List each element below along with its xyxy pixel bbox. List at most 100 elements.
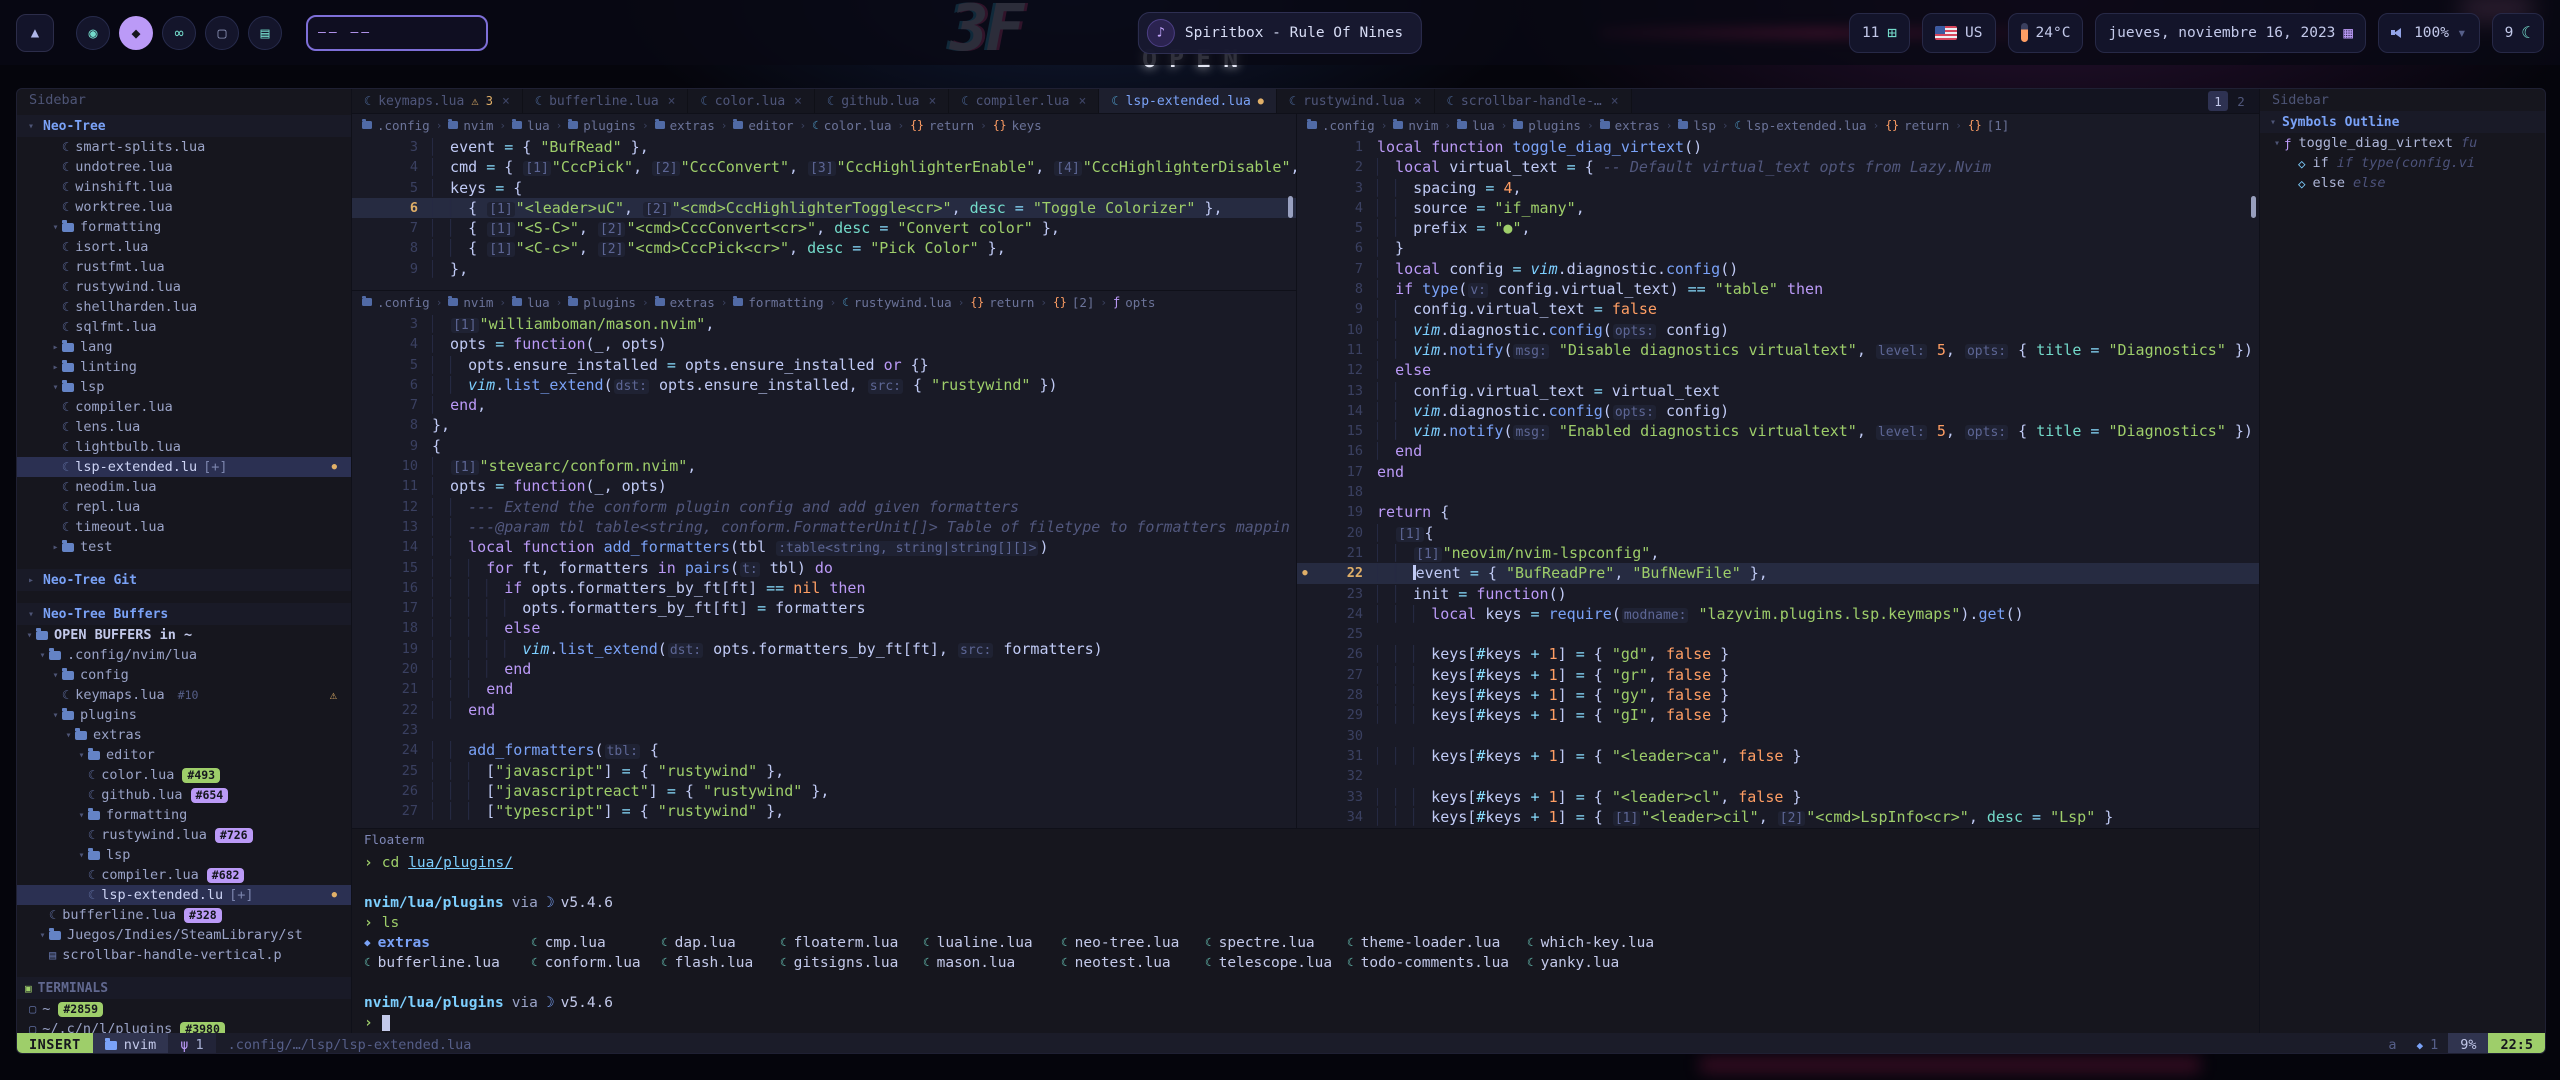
code-line[interactable]: 21▏ ▏ [1]"neovim/nvim-lspconfig", xyxy=(1297,543,2259,563)
tree-item[interactable]: ☾worktree.lua xyxy=(17,197,351,217)
tree-item[interactable]: ☾repl.lua xyxy=(17,497,351,517)
code-line[interactable]: 23 xyxy=(352,720,1296,740)
breadcrumb-segment[interactable]: nvim xyxy=(1393,118,1438,133)
keyboard-layout-pill[interactable]: US xyxy=(1922,13,1995,53)
breadcrumb-segment[interactable]: {}[2] xyxy=(1053,295,1094,310)
code-line[interactable]: 23▏ ▏ init = function() xyxy=(1297,584,2259,604)
section-header-neo-tree-git[interactable]: ▸Neo-Tree Git xyxy=(17,569,351,591)
app-circle-4[interactable]: ▢ xyxy=(205,16,239,50)
code-line[interactable]: 20▏ ▏ ▏ ▏ end xyxy=(352,659,1296,679)
tree-item[interactable]: ▾lsp xyxy=(17,845,351,865)
code-line[interactable]: 11▏ ▏ vim.notify(msg: "Disable diagnosti… xyxy=(1297,340,2259,360)
tree-item[interactable]: ▸lang xyxy=(17,337,351,357)
code-line[interactable]: 17▏ ▏ ▏ ▏ ▏ opts.formatters_by_ft[ft] = … xyxy=(352,598,1296,618)
code-line[interactable]: 19return { xyxy=(1297,502,2259,522)
code-line[interactable]: 34▏ ▏ ▏ keys[#keys + 1] = { [1]"<leader>… xyxy=(1297,807,2259,827)
code-line[interactable]: 3▏ ▏ spacing = 4, xyxy=(1297,178,2259,198)
code-line[interactable]: 18▏ ▏ ▏ ▏ else xyxy=(352,618,1296,638)
code-line[interactable]: 26▏ ▏ ▏ ["javascriptreact"] = { "rustywi… xyxy=(352,781,1296,801)
section-header-neo-tree[interactable]: ▾Neo-Tree xyxy=(17,115,351,137)
code-line[interactable]: 4▏ ▏ source = "if_many", xyxy=(1297,198,2259,218)
tree-item[interactable]: ☾winshift.lua xyxy=(17,177,351,197)
code-line[interactable]: 33▏ ▏ ▏ keys[#keys + 1] = { "<leader>cl"… xyxy=(1297,787,2259,807)
code-line[interactable]: 8▏ ▏ { [1]"<C-c>", [2]"<cmd>CccPick<cr>"… xyxy=(352,238,1296,258)
tree-item[interactable]: ☾lsp-extended.lu[+]● xyxy=(17,457,351,477)
breadcrumb-segment[interactable]: ☾rustywind.lua xyxy=(842,295,951,310)
code-line[interactable]: 11▏ opts = function(_, opts) xyxy=(352,476,1296,496)
code-line[interactable]: 13▏ ▏ config.virtual_text = virtual_text xyxy=(1297,381,2259,401)
code-line[interactable]: 26▏ ▏ ▏ keys[#keys + 1] = { "gd", false … xyxy=(1297,644,2259,664)
code-line[interactable]: ●22▏ ▏ event = { "BufReadPre", "BufNewFi… xyxy=(1297,563,2259,583)
file-entry[interactable]: ☾neo-tree.lua xyxy=(1061,933,1205,953)
close-icon[interactable]: × xyxy=(1414,94,1422,109)
code-line[interactable]: 13▏ ▏ ---@param tbl table<string, confor… xyxy=(352,517,1296,537)
file-entry[interactable]: ☾dap.lua xyxy=(661,933,780,953)
tree-item[interactable]: ☾compiler.lua xyxy=(17,397,351,417)
close-icon[interactable]: × xyxy=(1611,94,1619,109)
code-line[interactable]: 16▏ end xyxy=(1297,441,2259,461)
code-line[interactable]: 27▏ ▏ ▏ keys[#keys + 1] = { "gr", false … xyxy=(1297,665,2259,685)
close-icon[interactable]: × xyxy=(502,94,510,109)
code-line[interactable]: 6▏ ▏ { [1]"<leader>uC", [2]"<cmd>CccHigh… xyxy=(352,198,1296,218)
tree-item[interactable]: ☾neodim.lua xyxy=(17,477,351,497)
breadcrumb-segment[interactable]: formatting xyxy=(733,295,823,310)
tree-item[interactable]: ☾rustfmt.lua xyxy=(17,257,351,277)
file-entry[interactable]: ☾todo-comments.lua xyxy=(1347,953,1527,973)
app-circle-2[interactable]: ◆ xyxy=(119,16,153,50)
app-circle-5[interactable]: ▤ xyxy=(248,16,282,50)
file-entry[interactable]: ◆extras xyxy=(364,933,531,953)
breadcrumb-segment[interactable]: ƒopts xyxy=(1113,295,1155,310)
tree-item[interactable]: ▾plugins xyxy=(17,705,351,725)
tree-item[interactable]: ▤scrollbar-handle-vertical.p xyxy=(17,945,351,965)
temperature-pill[interactable]: 24°C xyxy=(2008,13,2084,53)
tree-item[interactable]: ☾lsp-extended.lu[+]● xyxy=(17,885,351,905)
close-icon[interactable]: × xyxy=(929,94,937,109)
code-line[interactable]: 14▏ ▏ local function add_formatters(tbl … xyxy=(352,537,1296,557)
file-entry[interactable]: ☾lualine.lua xyxy=(923,933,1061,953)
tree-item[interactable]: ▾extras xyxy=(17,725,351,745)
outline-item[interactable]: ◇ifif type(config.vi xyxy=(2260,153,2545,173)
breadcrumb-segment[interactable]: .config xyxy=(1307,118,1375,133)
editor-tab[interactable]: ☾github.lua× xyxy=(815,89,949,113)
now-playing-widget[interactable]: ♪ Spiritbox - Rule Of Nines xyxy=(1138,12,1422,54)
code-line[interactable]: 8▏ if type(v: config.virtual_text) == "t… xyxy=(1297,279,2259,299)
breadcrumb-segment[interactable]: plugins xyxy=(568,295,636,310)
outline-item[interactable]: ▾ƒtoggle_diag_virtextfu xyxy=(2260,133,2545,153)
tree-item[interactable]: ☾bufferline.lua#328 xyxy=(17,905,351,925)
tree-item[interactable]: ☾timeout.lua xyxy=(17,517,351,537)
outline-item[interactable]: ◇elseelse xyxy=(2260,173,2545,193)
scrollbar-handle[interactable] xyxy=(1288,196,1293,218)
breadcrumb-segment[interactable]: nvim xyxy=(448,295,493,310)
tabpage-1[interactable]: 1 xyxy=(2208,91,2228,111)
breadcrumb-segment[interactable]: {}return xyxy=(970,295,1034,310)
breadcrumb-segment[interactable]: lua xyxy=(512,295,550,310)
code-line[interactable]: 20▏ [1]{ xyxy=(1297,523,2259,543)
code-line[interactable]: 27▏ ▏ ▏ ["typescript"] = { "rustywind" }… xyxy=(352,801,1296,821)
tree-item[interactable]: ☾rustywind.lua#726 xyxy=(17,825,351,845)
code-line[interactable]: 24▏ ▏ add_formatters(tbl: { xyxy=(352,740,1296,760)
tree-item[interactable]: ▾OPEN BUFFERS in ~ xyxy=(17,625,351,645)
breadcrumb-segment[interactable]: extras xyxy=(655,118,715,133)
file-entry[interactable]: ☾cmp.lua xyxy=(531,933,661,953)
code-line[interactable]: 30 xyxy=(1297,726,2259,746)
editor-tab[interactable]: ☾lsp-extended.lua● xyxy=(1099,89,1277,113)
date-pill[interactable]: jueves, noviembre 16, 2023 ▦ xyxy=(2095,13,2366,53)
night-mode-pill[interactable]: 9 ☾ xyxy=(2492,13,2544,53)
file-entry[interactable]: ☾spectre.lua xyxy=(1205,933,1347,953)
code-line[interactable]: 32 xyxy=(1297,766,2259,786)
code-line[interactable]: 4▏ cmd = { [1]"CccPick", [2]"CccConvert"… xyxy=(352,157,1296,177)
code-line[interactable]: 15▏ ▏ ▏ for ft, formatters in pairs(t: t… xyxy=(352,558,1296,578)
breadcrumb-segment[interactable]: {}[1] xyxy=(1968,118,2009,133)
tree-item[interactable]: ▾Juegos/Indies/SteamLibrary/st xyxy=(17,925,351,945)
code-line[interactable]: 12▏ ▏ --- Extend the conform plugin conf… xyxy=(352,497,1296,517)
section-header-neo-tree-buffers[interactable]: ▾Neo-Tree Buffers xyxy=(17,603,351,625)
code-line[interactable]: 17end xyxy=(1297,462,2259,482)
breadcrumb-segment[interactable]: {}keys xyxy=(993,118,1042,133)
tree-item[interactable]: ▾editor xyxy=(17,745,351,765)
file-entry[interactable]: ☾theme-loader.lua xyxy=(1347,933,1527,953)
tree-item[interactable]: ☾undotree.lua xyxy=(17,157,351,177)
terminal-item[interactable]: ▢~/.c/n/l/plugins#3980 xyxy=(17,1019,351,1033)
file-entry[interactable]: ☾which-key.lua xyxy=(1527,933,2259,953)
breadcrumb-segment[interactable]: lua xyxy=(512,118,550,133)
breadcrumb-segment[interactable]: plugins xyxy=(568,118,636,133)
